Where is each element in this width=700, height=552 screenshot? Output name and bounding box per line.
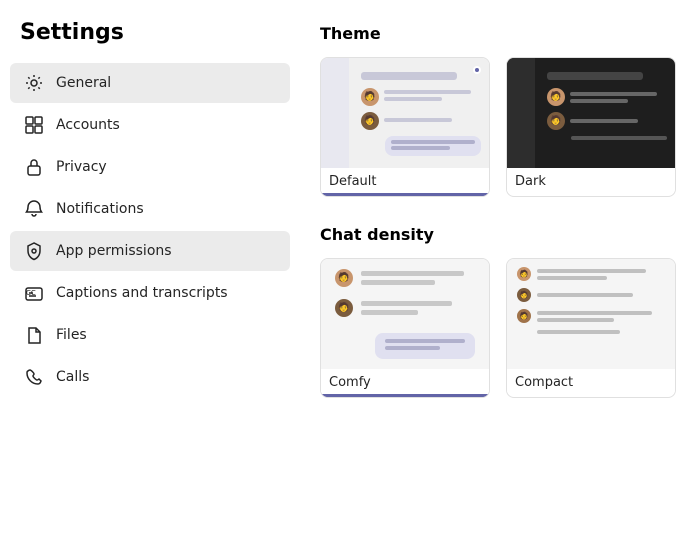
sidebar-item-captions[interactable]: CC Captions and transcripts bbox=[10, 273, 290, 313]
density-card-comfy[interactable]: 🧑 🧑 bbox=[320, 258, 490, 398]
theme-label-dark: Dark bbox=[507, 168, 675, 193]
sidebar-item-accounts[interactable]: Accounts bbox=[10, 105, 290, 145]
theme-label-default: Default bbox=[321, 168, 489, 196]
bell-icon bbox=[24, 199, 44, 219]
density-preview-compact: 🧑 🧑 🧑 bbox=[507, 259, 675, 369]
sidebar: Settings General Accounts bbox=[0, 20, 300, 552]
sidebar-item-calls[interactable]: Calls bbox=[10, 357, 290, 397]
sidebar-item-privacy-label: Privacy bbox=[56, 159, 107, 175]
svg-text:CC: CC bbox=[26, 289, 36, 297]
theme-section-title: Theme bbox=[320, 24, 680, 43]
density-card-compact[interactable]: 🧑 🧑 🧑 bbox=[506, 258, 676, 398]
density-grid: 🧑 🧑 bbox=[320, 258, 680, 398]
theme-card-default[interactable]: 🧑 🧑 bbox=[320, 57, 490, 197]
sidebar-item-app-permissions[interactable]: App permissions bbox=[10, 231, 290, 271]
theme-card-dark[interactable]: 🧑 🧑 bbox=[506, 57, 676, 197]
accounts-icon bbox=[24, 115, 44, 135]
sidebar-item-accounts-label: Accounts bbox=[56, 117, 120, 133]
sidebar-item-app-permissions-label: App permissions bbox=[56, 243, 172, 259]
sidebar-item-calls-label: Calls bbox=[56, 369, 89, 385]
theme-preview-dark: 🧑 🧑 bbox=[507, 58, 675, 168]
main-content: Theme 🧑 bbox=[300, 20, 700, 552]
density-preview-comfy: 🧑 🧑 bbox=[321, 259, 489, 369]
page-title: Settings bbox=[10, 20, 290, 63]
sidebar-item-general-label: General bbox=[56, 75, 111, 91]
captions-icon: CC bbox=[24, 283, 44, 303]
sidebar-item-general[interactable]: General bbox=[10, 63, 290, 103]
theme-grid: 🧑 🧑 bbox=[320, 57, 680, 197]
sidebar-item-captions-label: Captions and transcripts bbox=[56, 285, 228, 301]
density-label-compact: Compact bbox=[507, 369, 675, 394]
chat-density-section-title: Chat density bbox=[320, 225, 680, 244]
density-label-comfy: Comfy bbox=[321, 369, 489, 397]
sidebar-item-notifications[interactable]: Notifications bbox=[10, 189, 290, 229]
files-icon bbox=[24, 325, 44, 345]
shield-icon bbox=[24, 241, 44, 261]
sidebar-item-privacy[interactable]: Privacy bbox=[10, 147, 290, 187]
calls-icon bbox=[24, 367, 44, 387]
theme-preview-default: 🧑 🧑 bbox=[321, 58, 489, 168]
gear-icon bbox=[24, 73, 44, 93]
lock-icon bbox=[24, 157, 44, 177]
sidebar-item-files-label: Files bbox=[56, 327, 87, 343]
sidebar-item-notifications-label: Notifications bbox=[56, 201, 144, 217]
sidebar-item-files[interactable]: Files bbox=[10, 315, 290, 355]
